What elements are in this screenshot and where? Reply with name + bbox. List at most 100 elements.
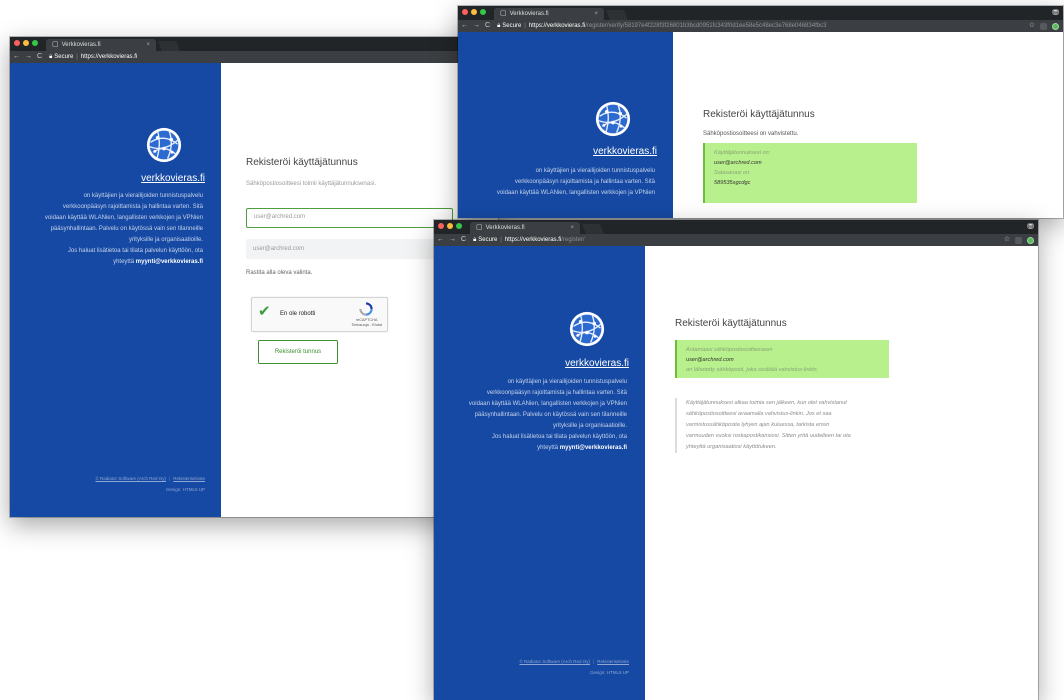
globe-icon <box>569 311 605 347</box>
tab-close-icon[interactable]: × <box>146 39 150 51</box>
page-content: verkkovieras.fi on käyttäjien ja vierail… <box>458 32 1063 218</box>
tab-title: Verkkovieras.fi <box>509 11 549 17</box>
recaptcha-widget[interactable]: ✔ En ole robotti reCAPTCHA Tietosuoja - E… <box>251 297 388 332</box>
browser-tab[interactable]: ▢ Verkkovieras.fi × <box>470 222 580 234</box>
sidebar-footer: © Radiator Software (Arch Red Oy) | Rekist… <box>95 473 205 495</box>
tab-title: Verkkovieras.fi <box>485 225 525 231</box>
star-icon[interactable]: ☆ <box>1004 234 1010 246</box>
minimize-window-button[interactable] <box>471 9 477 15</box>
page-content: verkkovieras.fi on käyttäjien ja vierail… <box>10 63 498 517</box>
description-line: voidaan käyttää WLANien, langallisten ve… <box>468 401 627 407</box>
new-tab-button[interactable] <box>158 41 180 51</box>
footer-company-link[interactable]: © Radiator Software (Arch Red Oy) <box>519 659 590 664</box>
footer-company-link[interactable]: © Radiator Software (Arch Red Oy) <box>95 476 166 481</box>
window-controls <box>462 9 486 15</box>
new-tab-button[interactable] <box>606 10 628 20</box>
extension-status-icon[interactable] <box>1052 22 1059 30</box>
register-submit-button[interactable]: Rekisteröi tunnus <box>258 340 338 364</box>
recaptcha-label: En ole robotti <box>280 311 316 317</box>
close-window-button[interactable] <box>438 223 444 229</box>
description-line: pääsynhallintaan. Palvelu on käytössä va… <box>474 412 627 418</box>
tab-close-icon[interactable]: × <box>570 222 574 234</box>
brand-link[interactable]: verkkovieras.fi <box>565 358 629 369</box>
lock-icon: 🔒︎ <box>497 22 501 29</box>
extension-icon[interactable] <box>1040 22 1047 30</box>
back-icon[interactable]: ← <box>13 51 20 63</box>
url-separator: | <box>500 237 502 243</box>
minimize-window-button[interactable] <box>23 40 29 46</box>
star-icon[interactable]: ☆ <box>1029 20 1035 32</box>
footer-privacy-link[interactable]: Rekisteriseloste <box>173 476 205 481</box>
maximize-window-button[interactable] <box>480 9 486 15</box>
sidebar: verkkovieras.fi on käyttäjien ja vierail… <box>10 63 221 517</box>
description-line: yrityksille ja organisaatioille. <box>128 237 203 243</box>
lock-icon: 🔒︎ <box>473 236 477 243</box>
forward-icon[interactable]: → <box>25 51 32 63</box>
footer-privacy-link[interactable]: Rekisteriseloste <box>597 659 629 664</box>
recaptcha-terms-link[interactable]: Tietosuoja - Ehdot <box>351 323 382 328</box>
captcha-instruction: Rastita alla oleva valinta. <box>246 270 313 276</box>
profile-icon[interactable]: ⛃ <box>1027 222 1034 232</box>
note-line: Käyttäjätunnuksesi alkaa toimia sen jälk… <box>686 400 847 406</box>
forward-icon[interactable]: → <box>473 20 480 32</box>
page-icon: ▢ <box>500 10 507 17</box>
url-host: https://verkkovieras.fi <box>80 54 138 60</box>
footer-design-link[interactable]: Design: HTML5 UP <box>95 484 205 495</box>
page-icon: ▢ <box>476 224 483 231</box>
contact-email-link[interactable]: myynti@verkkovieras.fi <box>560 445 627 451</box>
description-line: yrityksille ja organisaatioille. <box>552 423 627 429</box>
forward-icon[interactable]: → <box>449 234 456 246</box>
browser-tab[interactable]: ▢ Verkkovieras.fi × <box>494 8 604 20</box>
extension-icon[interactable] <box>1015 236 1022 244</box>
recaptcha-logo-icon <box>359 302 373 316</box>
tab-title: Verkkovieras.fi <box>61 42 101 48</box>
minimize-window-button[interactable] <box>447 223 453 229</box>
reload-icon[interactable]: C <box>485 20 490 32</box>
maximize-window-button[interactable] <box>456 223 462 229</box>
description-line: on käyttäjien ja vierailijoiden tunnistu… <box>507 379 627 385</box>
page-icon: ▢ <box>52 41 59 48</box>
secure-label: Secure <box>54 54 74 60</box>
page-title: Rekisteröi käyttäjätunnus <box>675 318 787 329</box>
note-line: yhteyttä organisaatiosi käyttötukeen. <box>686 444 777 450</box>
browser-tab[interactable]: ▢ Verkkovieras.fi × <box>46 39 156 51</box>
footer-separator: | <box>169 476 171 481</box>
brand-link[interactable]: verkkovieras.fi <box>593 146 657 157</box>
page-subtitle: Sähköpostiosoitteesi toimii käyttäjätunn… <box>246 181 377 187</box>
sent-line-3: on lähetetty sähköposti, joka sisältää v… <box>686 367 819 373</box>
extension-status-icon[interactable] <box>1027 236 1034 244</box>
maximize-window-button[interactable] <box>32 40 38 46</box>
url-field[interactable]: 🔒︎ Secure | https://verkkovieras.fi /reg… <box>471 236 1004 245</box>
toolbar-icons: ☆ <box>1004 234 1038 246</box>
url-field[interactable]: 🔒︎ Secure | https://verkkovieras.fi <box>47 53 498 62</box>
page-title: Rekisteröi käyttäjätunnus <box>703 109 815 120</box>
reload-icon[interactable]: C <box>461 234 466 246</box>
reload-icon[interactable]: C <box>37 51 42 63</box>
footer-design-link[interactable]: Design: HTML5 UP <box>519 667 629 678</box>
checkmark-icon[interactable]: ✔ <box>258 303 271 321</box>
profile-icon[interactable]: ⛃ <box>1052 8 1059 18</box>
description-line: on käyttäjien ja vierailijoiden tunnistu… <box>535 168 655 174</box>
email-input[interactable]: user@archred.com <box>246 208 453 228</box>
back-icon[interactable]: ← <box>437 234 444 246</box>
window-controls <box>14 40 38 46</box>
close-window-button[interactable] <box>462 9 468 15</box>
close-window-button[interactable] <box>14 40 20 46</box>
url-field[interactable]: 🔒︎ Secure | https://verkkovieras.fi /reg… <box>495 22 1029 31</box>
contact-prefix: yhteyttä <box>113 259 135 265</box>
new-tab-button[interactable] <box>582 224 604 234</box>
globe-icon <box>595 101 631 137</box>
footer-separator: | <box>593 659 595 664</box>
tab-close-icon[interactable]: × <box>594 8 598 20</box>
url-path: /register/verify/58197e4f228f3f26801b3bc… <box>585 23 827 29</box>
email-confirm-input[interactable]: user@archred.com <box>246 239 453 259</box>
password-label: Salasanasi on: <box>714 170 751 176</box>
contact-email-link[interactable]: myynti@verkkovieras.fi <box>136 259 203 265</box>
brand-link[interactable]: verkkovieras.fi <box>141 173 205 184</box>
description-line: Jos haluat lisätietoa tai tilata palvelu… <box>491 434 627 440</box>
description-line: verkkoonpääsyn rajoittamista ja hallinta… <box>62 204 203 210</box>
address-bar: ← → C 🔒︎ Secure | https://verkkovieras.f… <box>10 51 498 63</box>
contact-prefix: yhteyttä <box>537 445 559 451</box>
main-panel: Rekisteröi käyttäjätunnus Antamaasi sähk… <box>645 246 1038 700</box>
back-icon[interactable]: ← <box>461 20 468 32</box>
